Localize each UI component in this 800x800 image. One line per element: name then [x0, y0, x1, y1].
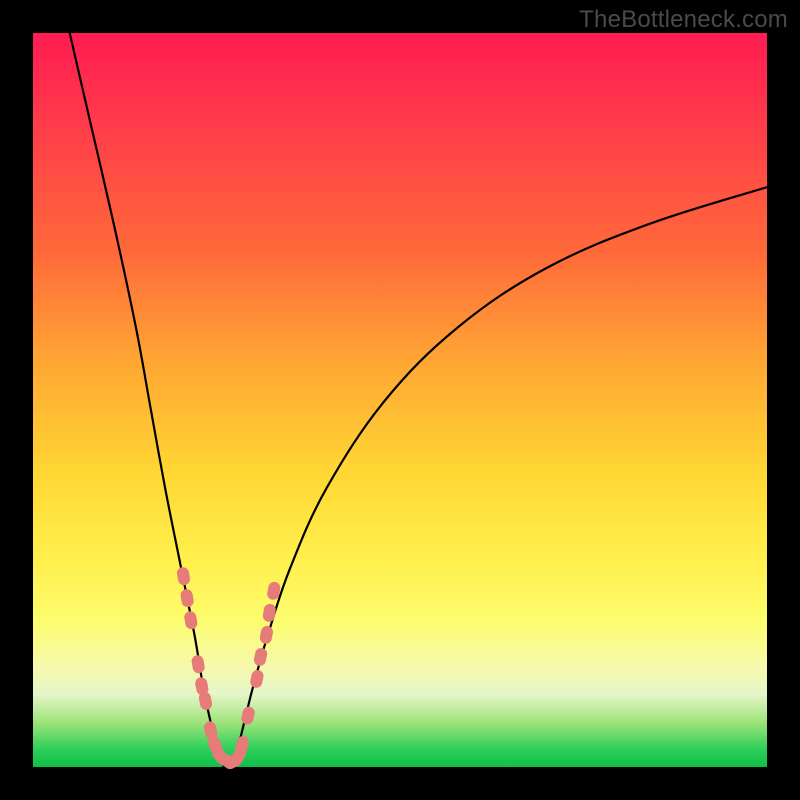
- marker-layer: [176, 566, 281, 771]
- marker-capsule: [191, 654, 206, 674]
- marker-capsule: [262, 603, 277, 623]
- right-branch-curve: [231, 187, 767, 767]
- watermark-text: TheBottleneck.com: [579, 6, 788, 34]
- marker-capsule: [183, 610, 198, 630]
- marker-capsule: [180, 588, 195, 608]
- marker-capsule: [240, 706, 256, 726]
- marker-capsule: [253, 647, 269, 667]
- curve-layer: [70, 33, 767, 767]
- chart-svg: [33, 33, 767, 767]
- marker-capsule: [176, 566, 191, 586]
- marker-capsule: [249, 669, 264, 689]
- marker-capsule: [259, 625, 274, 645]
- chart-frame: TheBottleneck.com: [0, 0, 800, 800]
